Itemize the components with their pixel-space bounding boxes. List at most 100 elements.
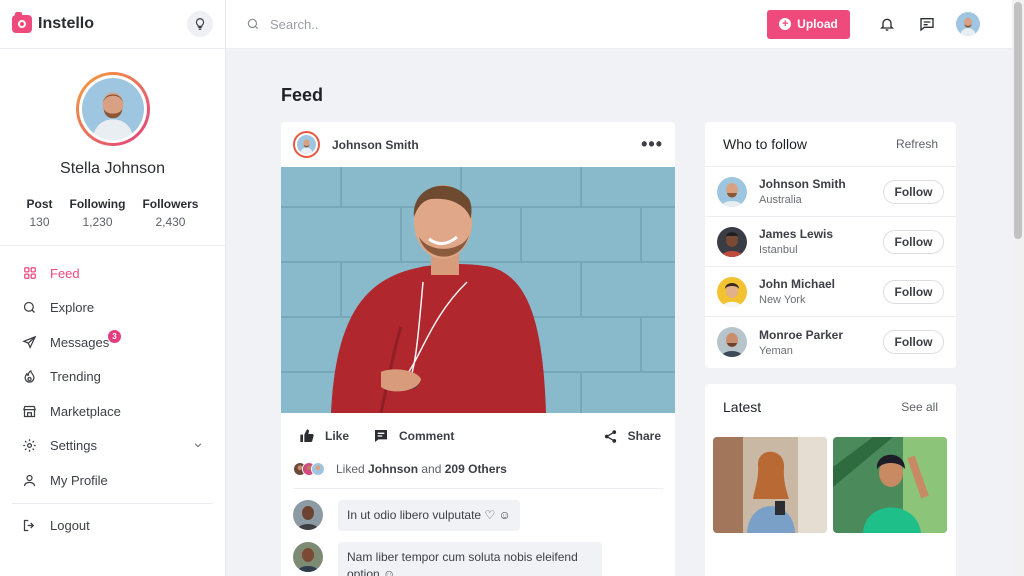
like-button[interactable]: Like: [299, 428, 349, 444]
theme-toggle-button[interactable]: [187, 11, 213, 37]
follow-suggestion: Monroe Parker Yeman Follow: [705, 317, 956, 367]
feed-post: Johnson Smith ••• Like Comment Share Lik…: [281, 122, 675, 576]
comment-text: In ut odio libero vulputate: [347, 508, 482, 522]
latest-grid: [705, 429, 956, 542]
avatar[interactable]: [293, 500, 323, 530]
latest-card: Latest See all: [705, 384, 956, 576]
latest-image[interactable]: [833, 437, 947, 533]
heart-icon[interactable]: ♡: [484, 508, 495, 522]
search-icon: [22, 300, 37, 315]
follow-button[interactable]: Follow: [883, 330, 944, 354]
stat-label: Following: [69, 197, 126, 211]
follow-button[interactable]: Follow: [883, 179, 944, 204]
sidebar-item-label: Logout: [50, 518, 90, 534]
follow-button[interactable]: Follow: [883, 229, 944, 254]
latest-image[interactable]: [713, 437, 827, 533]
page-title: Feed: [281, 85, 324, 105]
camera-logo-icon: [12, 12, 32, 33]
sidebar-item-label: My Profile: [50, 472, 108, 488]
card-header: Latest See all: [705, 384, 956, 429]
plus-icon: +: [779, 18, 792, 30]
profile-name[interactable]: Stella Johnson: [0, 160, 225, 178]
comment-bubble: Nam liber tempor cum soluta nobis eleife…: [338, 542, 602, 576]
avatar[interactable]: [717, 226, 747, 257]
chevron-down-icon[interactable]: [193, 438, 203, 453]
sidebar-nav: Feed Explore Messages 3 Trending Marketp…: [0, 246, 225, 543]
messages-count-badge: 3: [108, 330, 121, 343]
lightbulb-icon: [195, 18, 205, 30]
more-options-icon[interactable]: •••: [641, 134, 663, 155]
share-icon: [604, 429, 616, 443]
gear-icon: [22, 438, 37, 453]
avatar[interactable]: [293, 542, 323, 572]
sidebar-item-marketplace[interactable]: Marketplace: [0, 394, 225, 429]
logout-icon: [22, 518, 37, 533]
sidebar-item-my-profile[interactable]: My Profile: [0, 463, 225, 498]
smile-icon[interactable]: ☺: [383, 567, 395, 576]
follow-suggestion: Johnson Smith Australia Follow: [705, 167, 956, 217]
person-name[interactable]: James Lewis: [759, 227, 833, 241]
likes-others[interactable]: 209 Others: [445, 462, 507, 476]
card-title: Who to follow: [723, 136, 808, 152]
search-box[interactable]: [226, 16, 606, 32]
user-icon: [22, 473, 37, 488]
scrollbar-thumb[interactable]: [1014, 2, 1022, 239]
avatar[interactable]: [717, 176, 747, 207]
page-scrollbar[interactable]: [1012, 0, 1024, 576]
avatar: [311, 462, 325, 476]
stat-value: 1,230: [82, 215, 113, 229]
avatar[interactable]: [717, 327, 747, 357]
sidebar-item-messages[interactable]: Messages 3: [0, 325, 225, 360]
brand-bar: Instello: [0, 0, 225, 49]
top-bar: + Upload: [226, 0, 1012, 49]
profile-stats: Post 130 Following 1,230 Followers 2,430: [0, 197, 225, 229]
comment-bubble: In ut odio libero vulputate ♡ ☺: [338, 500, 520, 531]
search-input[interactable]: [270, 16, 570, 32]
bell-icon[interactable]: [878, 15, 896, 33]
share-button[interactable]: Share: [603, 429, 661, 444]
card-header: Who to follow Refresh: [705, 122, 956, 167]
liker-avatars: [293, 462, 325, 476]
profile-avatar-ring[interactable]: [75, 72, 150, 146]
follow-suggestion: James Lewis Istanbul Follow: [705, 217, 956, 267]
upload-button[interactable]: + Upload: [767, 9, 850, 39]
post-author-avatar[interactable]: [293, 131, 320, 158]
post-image[interactable]: [281, 167, 675, 413]
sidebar-item-settings[interactable]: Settings: [0, 429, 225, 464]
sidebar: Instello Stella Johnson Post 130 Followi…: [0, 0, 226, 576]
stat-label: Followers: [142, 197, 199, 211]
sidebar-item-label: Feed: [50, 265, 80, 281]
stat-label: Post: [26, 197, 53, 211]
follow-suggestion: John Michael New York Follow: [705, 267, 956, 317]
avatar[interactable]: [717, 276, 747, 307]
message-icon[interactable]: [918, 15, 936, 33]
person-name[interactable]: Johnson Smith: [759, 177, 846, 191]
post-actions: Like Comment Share: [281, 413, 675, 459]
divider: [293, 488, 663, 489]
post-author-name[interactable]: Johnson Smith: [332, 138, 419, 152]
person-name[interactable]: John Michael: [759, 277, 835, 291]
search-icon: [247, 18, 259, 30]
card-title: Latest: [723, 398, 762, 415]
sidebar-item-logout[interactable]: Logout: [0, 509, 225, 544]
liker-name[interactable]: Johnson: [368, 462, 418, 476]
comment-button[interactable]: Comment: [373, 428, 454, 444]
stat-value: 130: [29, 215, 50, 229]
avatar[interactable]: [956, 12, 980, 36]
see-all-link[interactable]: See all: [901, 400, 938, 414]
comment-label: Comment: [399, 429, 455, 443]
refresh-link[interactable]: Refresh: [896, 137, 938, 151]
sidebar-item-feed[interactable]: Feed: [0, 256, 225, 291]
sidebar-item-explore[interactable]: Explore: [0, 291, 225, 326]
sidebar-item-trending[interactable]: Trending: [0, 360, 225, 395]
likes-summary[interactable]: Liked Johnson and 209 Others: [281, 459, 675, 479]
smile-icon[interactable]: ☺: [499, 508, 511, 522]
person-name[interactable]: Monroe Parker: [759, 328, 843, 342]
grid-icon: [22, 266, 37, 281]
person-location: New York: [759, 294, 806, 306]
app-name[interactable]: Instello: [38, 15, 94, 33]
stat-value: 2,430: [155, 215, 186, 229]
person-location: Yeman: [759, 344, 793, 357]
follow-button[interactable]: Follow: [883, 279, 944, 304]
avatar: [297, 135, 316, 154]
